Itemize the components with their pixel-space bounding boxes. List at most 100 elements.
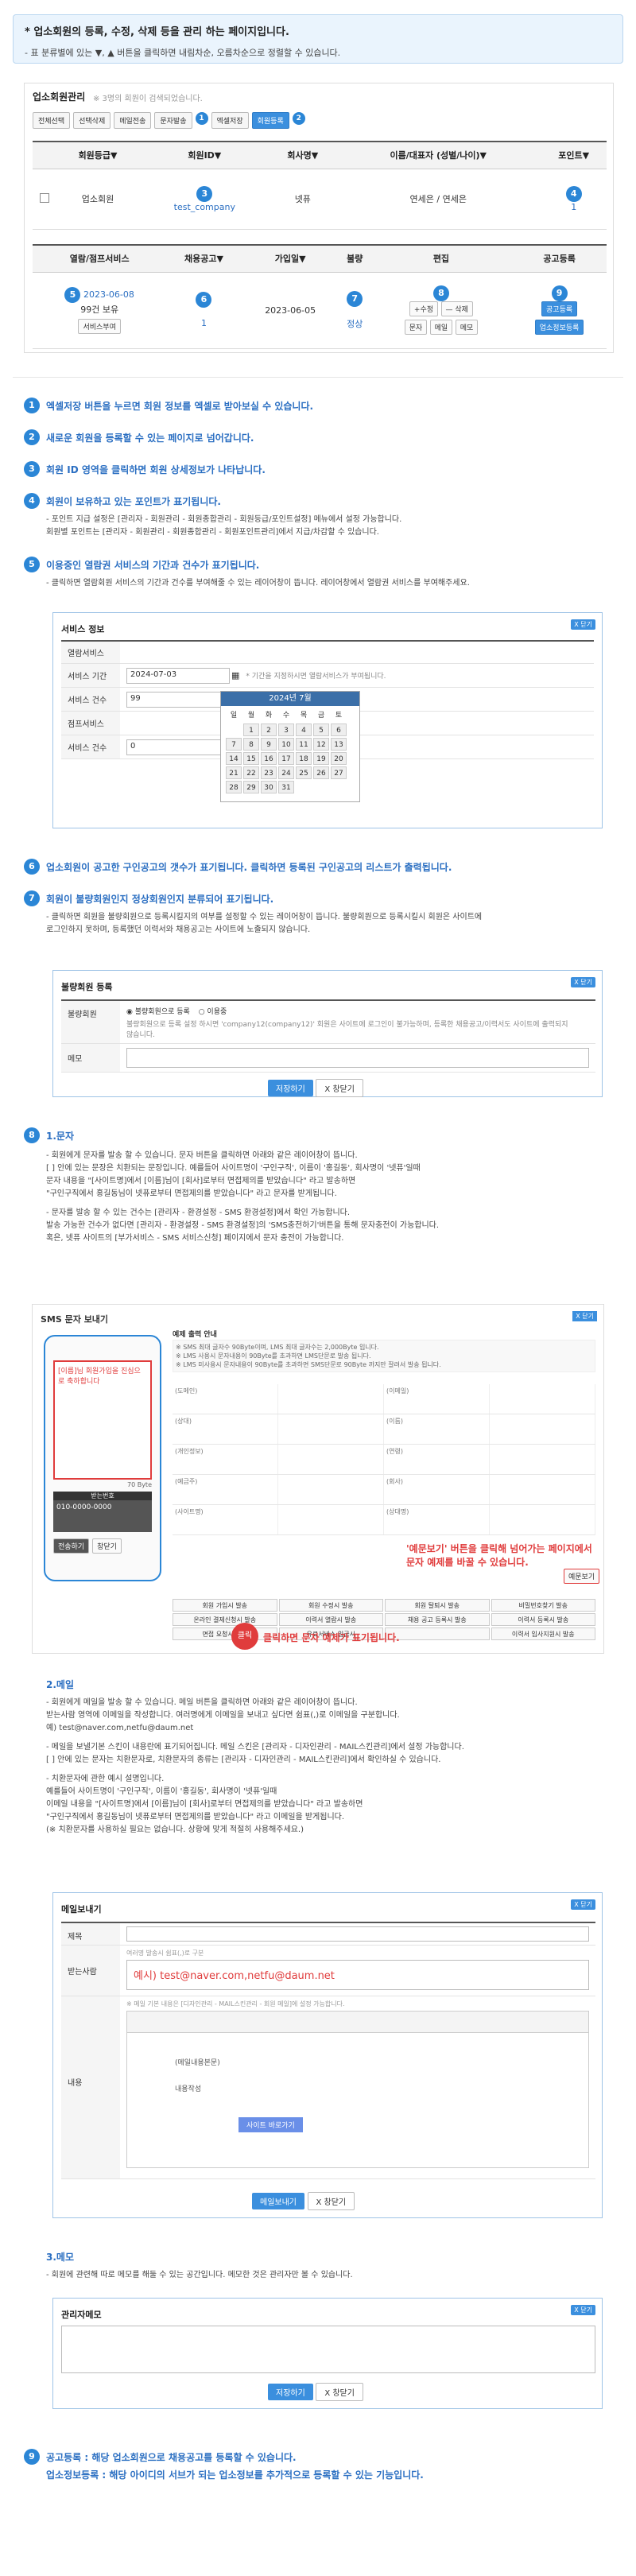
sms-example-button[interactable]: 면접 요청시 발송 [173,1627,277,1640]
service-date-link[interactable]: 2023-06-08 [83,289,134,300]
calendar-date[interactable]: 2 [261,724,277,736]
service-grant-button[interactable]: 서비스부여 [78,318,121,334]
col-points[interactable]: 포인트▼ [541,141,607,169]
col-jobs[interactable]: 채용공고▼ [166,244,242,273]
company-info-button[interactable]: 업소정보등록 [534,320,584,335]
calendar-date[interactable]: 8 [243,738,259,751]
memo-input[interactable] [126,1048,589,1068]
select-all-button[interactable]: 전체선택 [33,112,71,129]
cancel-button[interactable]: X 창닫기 [307,2192,355,2210]
sms-example-button[interactable]: 비밀번호찾기 발송 [491,1599,595,1612]
calendar-date[interactable]: 5 [313,724,329,736]
calendar-date[interactable]: 20 [331,752,347,765]
calendar-date[interactable]: 7 [226,738,242,751]
sms-example-button[interactable]: 회원 가입시 발송 [173,1599,277,1612]
cancel-button[interactable]: X 창닫기 [316,1079,363,1097]
sms-text[interactable]: [이름]님 회원가입을 진심으로 축하합니다 [53,1360,152,1480]
sms-button[interactable]: 문자 [404,320,428,335]
calendar-date[interactable]: 16 [261,752,277,765]
memo-button[interactable]: 메모 [455,320,479,335]
to-input[interactable]: 예시) test@naver.com,netfu@daum.net [126,1960,589,1990]
job-post-button[interactable]: 공고등록 [541,301,578,316]
calendar-date[interactable]: 13 [331,738,347,751]
excel-save-button[interactable]: 엑셀저장 [211,112,249,129]
mail-send-button[interactable]: 메일전송 [114,112,152,129]
calendar-date[interactable]: 27 [331,766,347,779]
member-id-link[interactable]: test_company [174,202,235,212]
calendar-date[interactable]: 26 [313,766,329,779]
calendar-date[interactable]: 24 [278,766,294,779]
count-input[interactable]: 99 [126,691,230,708]
sms-example-button[interactable]: 이력서 열람시 발송 [278,1613,383,1626]
cancel-button[interactable]: X 창닫기 [316,2383,363,2401]
col-name[interactable]: 이름/대표자 (성별/나이)▼ [335,141,541,169]
calendar-date[interactable]: 25 [296,766,312,779]
close-button[interactable]: X 닫기 [571,1899,595,1910]
send-mail-button[interactable]: 메일보내기 [252,2193,304,2209]
member-register-button[interactable]: 회원등록 [251,112,289,129]
calendar-date[interactable]: 11 [296,738,312,751]
mail-button[interactable]: 메일 [429,320,453,335]
radio-bad[interactable]: ◉ [126,1008,135,1016]
col-company[interactable]: 회사명▼ [270,141,336,169]
calendar-date[interactable]: 31 [278,781,294,793]
sms-example-button[interactable] [385,1627,490,1640]
col-id[interactable]: 회원ID▼ [139,141,270,169]
sms-example-button[interactable]: 이력서 입사지원시 발송 [491,1627,595,1640]
period-input[interactable]: 2024-07-03 [126,667,230,684]
sms-example-button[interactable]: 온라인 결제신청시 발송 [173,1613,277,1626]
save-button[interactable]: 저장하기 [268,2384,313,2400]
delete-selected-button[interactable]: 선택삭제 [73,112,111,129]
calendar-date[interactable]: 29 [243,781,259,793]
calendar-date[interactable]: 17 [278,752,294,765]
save-button[interactable]: 저장하기 [268,1080,313,1096]
radio-normal[interactable]: ○ [199,1008,207,1016]
calendar-date[interactable]: 19 [313,752,329,765]
send-button[interactable]: 전송하기 [53,1538,90,1554]
sms-send-button[interactable]: 문자발송 [154,112,192,129]
calendar-date[interactable]: 22 [243,766,259,779]
calendar-date[interactable]: 4 [296,724,312,736]
edit-button[interactable]: +수정 [409,301,439,316]
close-button[interactable]: X 닫기 [571,619,595,630]
calendar-icon[interactable]: ▦ [231,670,239,681]
close-button[interactable]: X 닫기 [572,1311,597,1321]
radio-bad-label: 불량회원으로 등록 [134,1008,190,1016]
editor-toolbar[interactable] [126,2011,589,2033]
close-sms-button[interactable]: 창닫기 [92,1538,122,1554]
editor-body[interactable]: (메일내용본문) 내용작성 사이트 바로가기 [126,2033,589,2168]
memo-textarea[interactable] [61,2326,595,2373]
row-checkbox[interactable] [40,192,49,203]
calendar-date[interactable]: 18 [296,752,312,765]
calendar-date[interactable]: 28 [226,781,242,793]
calendar-date[interactable]: 9 [261,738,277,751]
desc-line: 문자 내용을 "[사이트명]에서 [이름]님이 [회사]로부터 면접제의를 받았… [46,1177,356,1185]
calendar-date[interactable]: 14 [226,752,242,765]
calendar-date[interactable]: 12 [313,738,329,751]
close-button[interactable]: X 닫기 [571,977,595,987]
count2-input[interactable]: 0 [126,739,230,755]
close-button[interactable]: X 닫기 [571,2305,595,2315]
delete-button[interactable]: — 삭제 [440,301,473,316]
example-view-button[interactable]: 예문보기 [564,1569,600,1584]
calendar-date[interactable]: 23 [261,766,277,779]
recv-input[interactable]: 010-0000-0000 [53,1500,152,1532]
col-joined[interactable]: 가입일▼ [241,244,339,273]
calendar-date[interactable]: 10 [278,738,294,751]
calendar-date[interactable]: 21 [226,766,242,779]
calendar-date[interactable]: 30 [261,781,277,793]
sms-example-button[interactable]: 채용 공고 등록시 발송 [385,1613,490,1626]
subject-input[interactable] [126,1926,589,1942]
calendar-date[interactable]: 3 [278,724,294,736]
sms-example-button[interactable]: 회원 수정시 발송 [278,1599,383,1612]
bad-status-link[interactable]: 정상 [347,319,363,329]
calendar-date[interactable]: 6 [331,724,347,736]
calendar-date[interactable]: 15 [243,752,259,765]
sms-example-button[interactable]: 이력서 등록시 발송 [491,1613,595,1626]
points-value[interactable]: 1 [571,202,576,212]
calendar-date[interactable]: 1 [243,724,259,736]
sms-example-button[interactable]: 회원 탈퇴시 발송 [385,1599,490,1612]
col-grade[interactable]: 회원등급▼ [56,141,140,169]
jobs-count-link[interactable]: 1 [201,318,207,328]
site-link-button[interactable]: 사이트 바로가기 [238,2117,303,2132]
